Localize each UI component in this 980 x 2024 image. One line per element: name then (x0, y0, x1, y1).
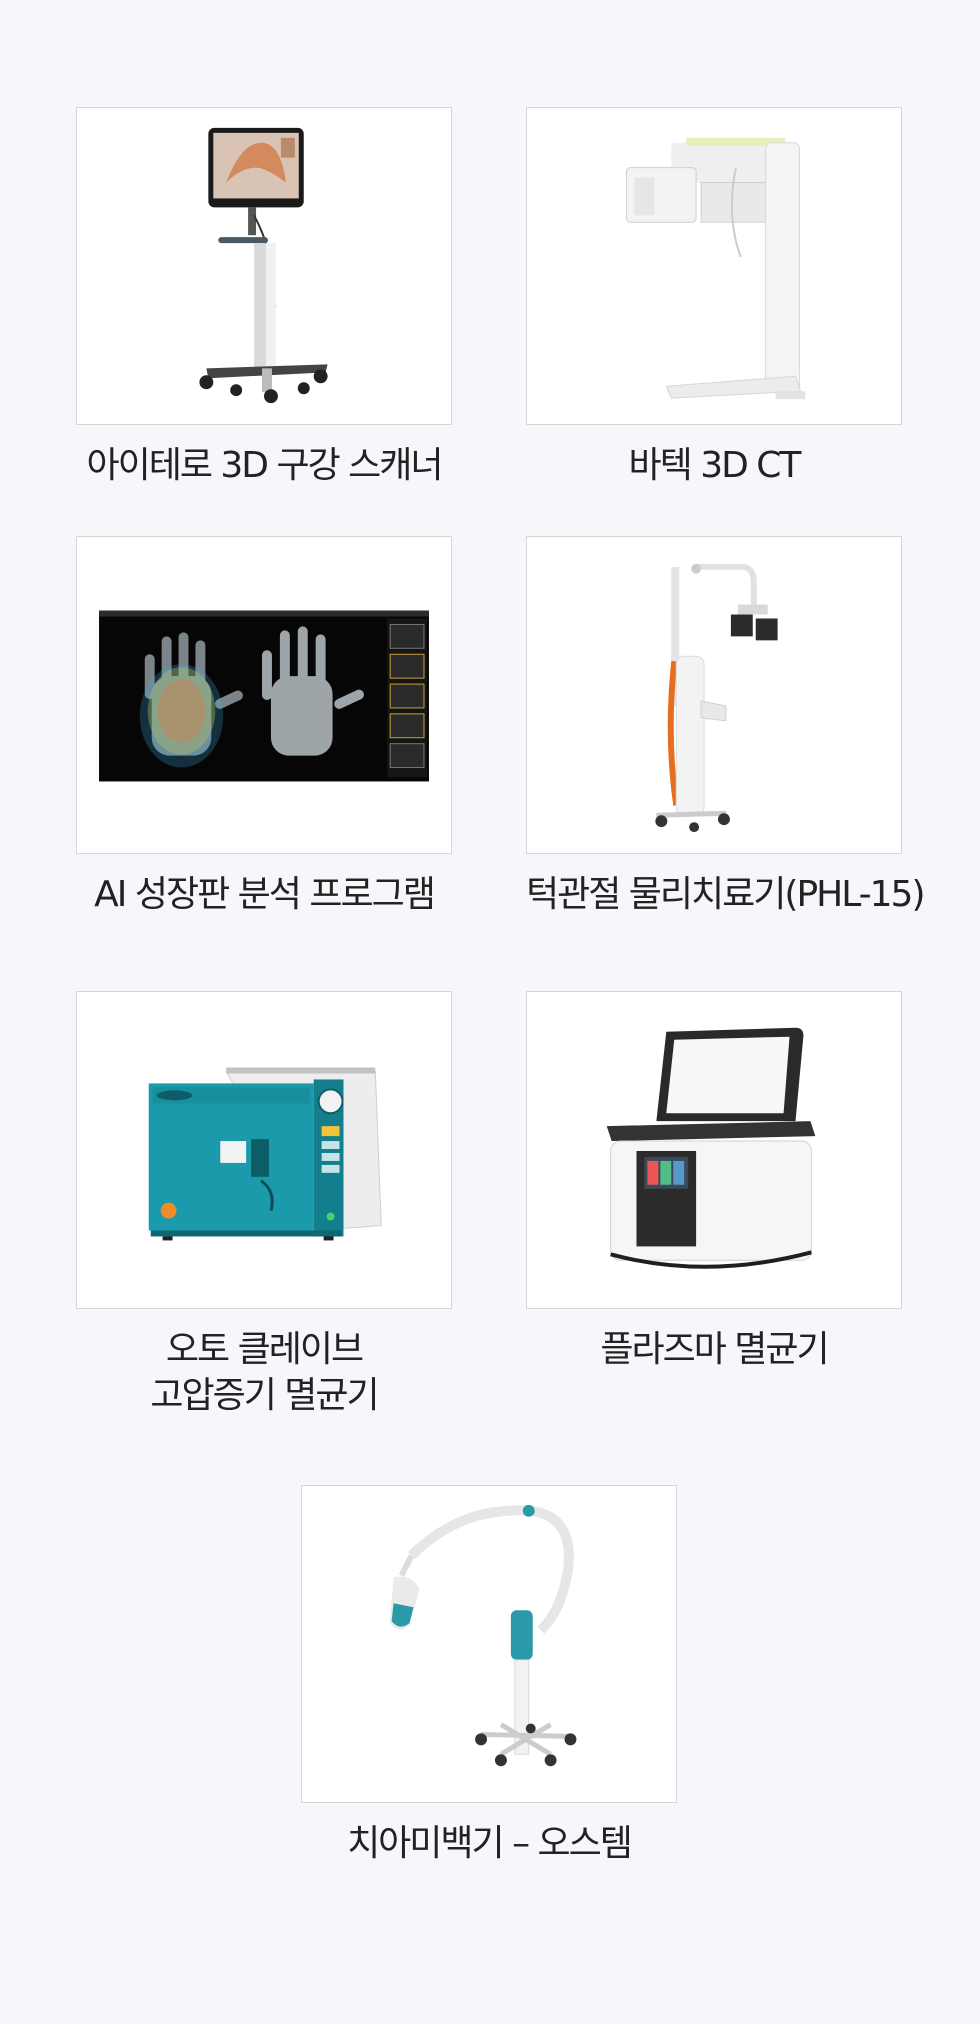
caption-line: 오토 클레이브 (165, 1329, 364, 1370)
product-caption: AI 성장판 분석 프로그램 (94, 874, 436, 915)
product-image (76, 991, 452, 1309)
plasma-sterilizer-icon (606, 1027, 816, 1269)
product-card-ai-software: AI 성장판 분석 프로그램 (76, 536, 452, 918)
product-caption: 오토 클레이브 고압증기 멸균기 (76, 1327, 452, 1419)
product-image (76, 536, 452, 854)
product-image (301, 1485, 677, 1803)
product-card-ct: 바텍 3D CT (526, 107, 902, 489)
product-caption: 치아미백기 – 오스템 (347, 1823, 633, 1864)
intraoral-scanner-icon (199, 127, 328, 404)
product-caption: 플라즈마 멸균기 (600, 1329, 829, 1370)
tmj-therapy-device-icon (655, 563, 778, 833)
product-caption: 턱관절 물리치료기(PHL-15) (526, 874, 926, 915)
product-image (526, 107, 902, 425)
caption-line: 고압증기 멸균기 (150, 1375, 379, 1416)
autoclave-sterilizer-icon (148, 1067, 382, 1241)
product-caption: 바텍 3D CT (628, 445, 802, 486)
hand-xray-software-icon (99, 610, 429, 782)
product-card-plasma: 플라즈마 멸균기 (526, 991, 902, 1373)
product-image (526, 991, 902, 1309)
product-card-whitening: 치아미백기 – 오스템 (301, 1485, 677, 1867)
product-card-autoclave: 오토 클레이브 고압증기 멸균기 (76, 991, 452, 1419)
product-image (526, 536, 902, 854)
product-image (76, 107, 452, 425)
teeth-whitening-lamp-icon (389, 1504, 577, 1767)
product-card-scanner: 아이테로 3D 구강 스캐너 (76, 107, 452, 489)
cbct-xray-icon (626, 137, 806, 400)
product-card-tmj: 턱관절 물리치료기(PHL-15) (526, 536, 926, 918)
product-caption: 아이테로 3D 구강 스캐너 (86, 445, 443, 486)
